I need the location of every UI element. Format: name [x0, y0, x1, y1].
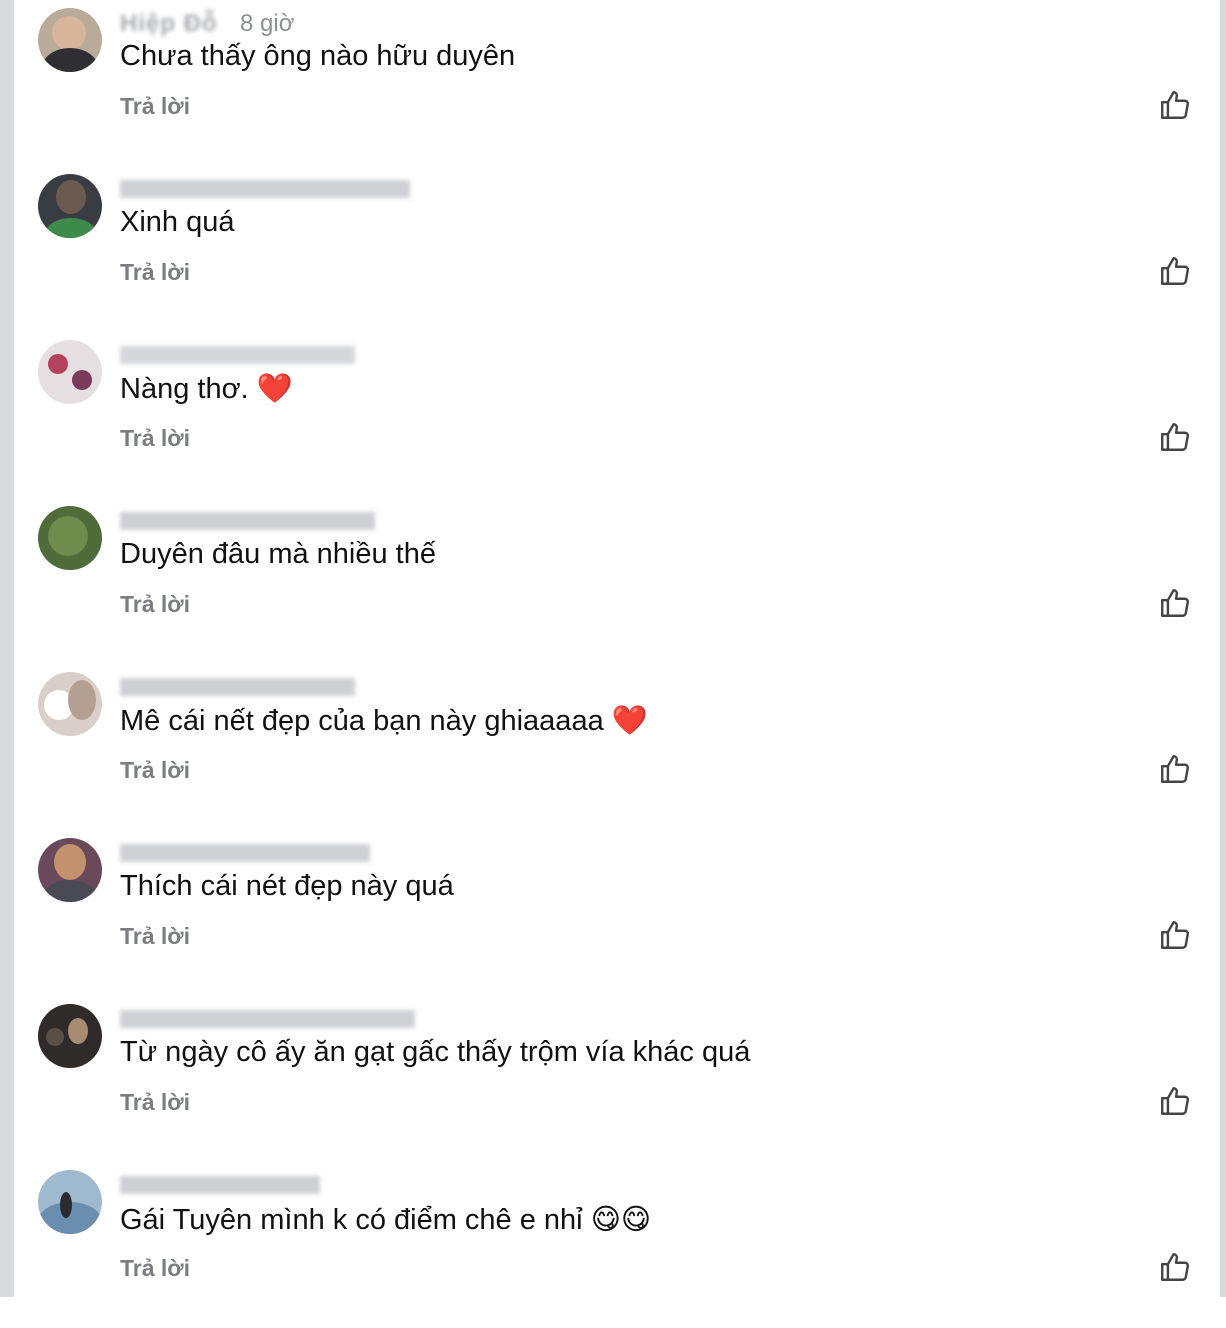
thumbs-up-icon[interactable] [1158, 420, 1192, 454]
reply-button[interactable]: Trả lời [120, 93, 190, 120]
reply-button[interactable]: Trả lời [120, 425, 190, 452]
commenter-name[interactable]: Hiệp Đỗ [120, 10, 218, 38]
comment-body: Mê cái nết đẹp của bạn này ghiaaaaa [120, 705, 604, 737]
heart-icon: ❤️ [256, 373, 293, 405]
avatar[interactable] [38, 838, 102, 902]
reply-button[interactable]: Trả lời [120, 1089, 190, 1116]
comment-text: Từ ngày cô ấy ăn gạt gấc thấy trộm vía k… [120, 1036, 750, 1069]
avatar[interactable] [38, 506, 102, 570]
commenter-name[interactable] [120, 1010, 415, 1028]
avatar[interactable] [38, 1004, 102, 1068]
comment-body: Thích cái nét đẹp này quá [120, 870, 454, 902]
comment-body: Xinh quá [120, 206, 235, 238]
avatar[interactable] [38, 174, 102, 238]
comment-text: Chưa thấy ông nào hữu duyên [120, 40, 515, 73]
reply-button[interactable]: Trả lời [120, 1255, 190, 1282]
reply-button[interactable]: Trả lời [120, 591, 190, 618]
thumbs-up-icon[interactable] [1158, 586, 1192, 620]
avatar[interactable] [38, 340, 102, 404]
comment-item: Gái Tuyên mình k có điểm chê e nhỉ 😋😋 Tr… [0, 1162, 1226, 1328]
comment-text: Nàng thơ. ❤️ [120, 372, 293, 406]
comment-item: Mê cái nết đẹp của bạn này ghiaaaaa ❤️ T… [0, 664, 1226, 830]
comment-item: Thích cái nét đẹp này quá Trả lời [0, 830, 1226, 996]
avatar[interactable] [38, 672, 102, 736]
commenter-name[interactable] [120, 678, 355, 696]
comment-body: Gái Tuyên mình k có điểm chê e nhỉ [120, 1204, 583, 1236]
comment-body: Duyên đâu mà nhiều thế [120, 538, 436, 570]
comment-body: Từ ngày cô ấy ăn gạt gấc thấy trộm vía k… [120, 1036, 751, 1068]
thumbs-up-icon[interactable] [1158, 1084, 1192, 1118]
reply-button[interactable]: Trả lời [120, 757, 190, 784]
comment-body: Chưa thấy ông nào hữu duyên [120, 40, 516, 72]
comment-item: Hiệp Đỗ 8 giờ Chưa thấy ông nào hữu duyê… [0, 0, 1226, 166]
commenter-name[interactable] [120, 346, 355, 364]
comment-text: Duyên đâu mà nhiều thế [120, 538, 436, 571]
commenter-name[interactable] [120, 1176, 320, 1194]
comment-text: Gái Tuyên mình k có điểm chê e nhỉ 😋😋 [120, 1202, 651, 1237]
commenter-name[interactable] [120, 180, 410, 198]
reply-button[interactable]: Trả lời [120, 923, 190, 950]
avatar[interactable] [38, 8, 102, 72]
reply-button[interactable]: Trả lời [120, 259, 190, 286]
comment-body: Nàng thơ. [120, 373, 249, 405]
commenter-name[interactable] [120, 844, 370, 862]
thumbs-up-icon[interactable] [1158, 88, 1192, 122]
heart-icon: ❤️ [611, 705, 648, 737]
thumbs-up-icon[interactable] [1158, 254, 1192, 288]
comment-item: Từ ngày cô ấy ăn gạt gấc thấy trộm vía k… [0, 996, 1226, 1162]
comment-item: Nàng thơ. ❤️ Trả lời [0, 332, 1226, 498]
comment-time[interactable]: 8 giờ [240, 10, 294, 38]
thumbs-up-icon[interactable] [1158, 752, 1192, 786]
avatar[interactable] [38, 1170, 102, 1234]
comment-item: Duyên đâu mà nhiều thế Trả lời [0, 498, 1226, 664]
thumbs-up-icon[interactable] [1158, 1250, 1192, 1284]
comment-text: Mê cái nết đẹp của bạn này ghiaaaaa ❤️ [120, 704, 648, 738]
yum-face-icon: 😋😋 [590, 1204, 652, 1236]
commenter-name[interactable] [120, 512, 375, 530]
comment-item: Xinh quá Trả lời [0, 166, 1226, 332]
thumbs-up-icon[interactable] [1158, 918, 1192, 952]
comment-text: Xinh quá [120, 206, 235, 239]
comment-text: Thích cái nét đẹp này quá [120, 870, 454, 903]
